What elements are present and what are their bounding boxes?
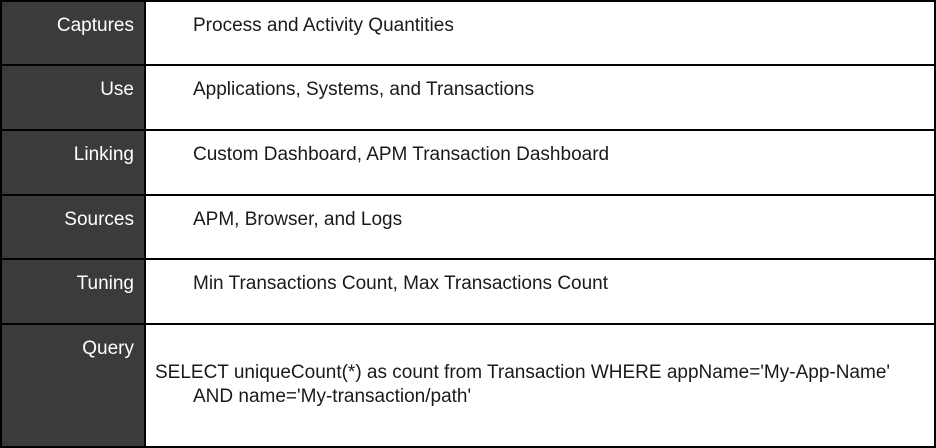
row-value-query: SELECT uniqueCount(*) as count from Tran…: [146, 325, 934, 446]
row-value-use: Applications, Systems, and Transactions: [193, 79, 535, 100]
row-label-captures: Captures: [2, 2, 146, 64]
row-label-use: Use: [2, 66, 146, 129]
table-row-linking: Linking Custom Dashboard, APM Transactio…: [2, 131, 934, 196]
row-label-linking: Linking: [2, 131, 146, 194]
table-row-query: Query SELECT uniqueCount(*) as count fro…: [2, 325, 934, 446]
row-label-tuning: Tuning: [2, 260, 146, 323]
row-value-captures: Process and Activity Quantities: [193, 15, 454, 36]
table-row-tuning: Tuning Min Transactions Count, Max Trans…: [2, 260, 934, 325]
table-row-use: Use Applications, Systems, and Transacti…: [2, 66, 934, 131]
row-label-sources: Sources: [2, 196, 146, 258]
table-row-sources: Sources APM, Browser, and Logs: [2, 196, 934, 260]
info-table: Captures Process and Activity Quantities…: [0, 0, 936, 448]
row-value-tuning: Min Transactions Count, Max Transactions…: [193, 273, 609, 294]
row-value-linking: Custom Dashboard, APM Transaction Dashbo…: [193, 144, 610, 165]
row-label-query: Query: [2, 325, 146, 446]
table-row-captures: Captures Process and Activity Quantities: [2, 2, 934, 66]
row-value-sources: APM, Browser, and Logs: [193, 209, 403, 230]
query-text: SELECT uniqueCount(*) as count from Tran…: [155, 362, 891, 407]
